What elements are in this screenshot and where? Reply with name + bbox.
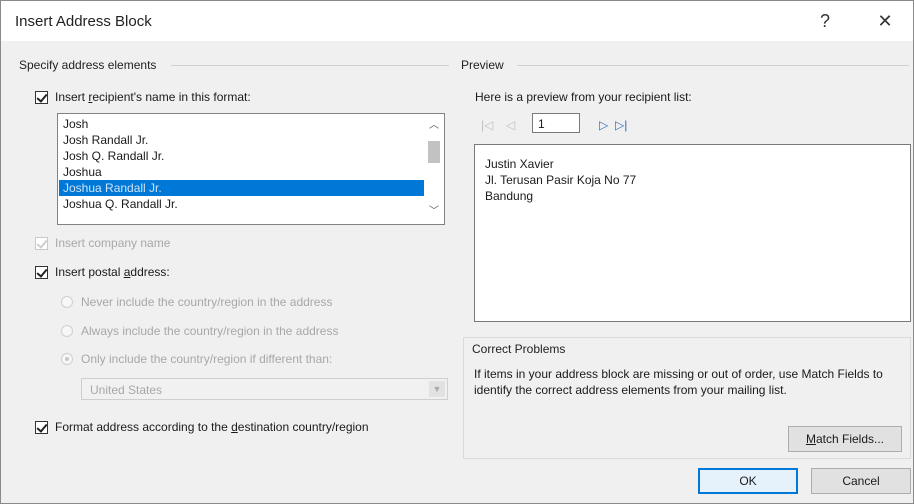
- previous-record-icon: ◁: [506, 118, 516, 132]
- postal-address-label[interactable]: Insert postal address:: [55, 265, 170, 279]
- insert-address-block-dialog: Insert Address Block ? ✕ Specify address…: [0, 0, 914, 504]
- chevron-down-icon[interactable]: ﹀: [424, 204, 444, 220]
- group-divider: [171, 65, 449, 66]
- check-mark-icon: [36, 91, 48, 103]
- group-divider: [517, 65, 909, 66]
- format-by-country-label[interactable]: Format address according to the destinat…: [55, 420, 369, 434]
- country-select: United States ▼: [81, 378, 448, 400]
- format-by-country-checkbox[interactable]: [35, 421, 48, 434]
- title-bar: Insert Address Block ? ✕: [1, 1, 913, 41]
- always-include-country-radio: [61, 325, 73, 337]
- record-number-input[interactable]: 1: [532, 113, 580, 133]
- preview-heading: Preview: [461, 58, 504, 72]
- last-record-icon[interactable]: ▷|: [615, 118, 627, 132]
- name-format-listbox[interactable]: Josh Josh Randall Jr. Josh Q. Randall Jr…: [57, 113, 445, 225]
- first-record-icon: |◁: [481, 118, 494, 132]
- cancel-button[interactable]: Cancel: [811, 468, 911, 494]
- preview-caption: Here is a preview from your recipient li…: [475, 90, 692, 104]
- only-if-different-radio: [61, 353, 73, 365]
- never-include-country-radio: [61, 296, 73, 308]
- ok-button[interactable]: OK: [698, 468, 798, 494]
- list-item[interactable]: Josh Randall Jr.: [59, 132, 427, 148]
- correct-problems-group: Correct Problems If items in your addres…: [463, 337, 911, 459]
- address-preview-box: Justin Xavier Jl. Terusan Pasir Koja No …: [474, 144, 911, 322]
- country-select-value: United States: [90, 383, 163, 397]
- help-button[interactable]: ?: [807, 7, 843, 35]
- next-record-icon[interactable]: ▷: [599, 118, 608, 132]
- list-item[interactable]: Joshua: [59, 164, 427, 180]
- list-item-selected[interactable]: Joshua Randall Jr.: [59, 180, 427, 196]
- preview-line: Bandung: [485, 189, 534, 203]
- list-item[interactable]: Josh: [59, 116, 427, 132]
- check-mark-icon: [36, 421, 48, 433]
- chevron-up-icon[interactable]: ︿: [424, 118, 444, 134]
- correct-problems-text: If items in your address block are missi…: [474, 367, 883, 397]
- dialog-title: Insert Address Block: [15, 13, 152, 30]
- only-if-different-label: Only include the country/region if diffe…: [81, 352, 333, 366]
- list-item[interactable]: Josh Q. Randall Jr.: [59, 148, 427, 164]
- company-name-label: Insert company name: [55, 236, 171, 250]
- check-mark-icon: [36, 266, 48, 278]
- record-number-value: 1: [538, 117, 545, 131]
- company-name-checkbox: [35, 237, 48, 250]
- specify-elements-heading: Specify address elements: [19, 58, 157, 72]
- recipient-name-checkbox[interactable]: [35, 91, 48, 104]
- close-button[interactable]: ✕: [867, 7, 903, 35]
- chevron-down-icon: ▼: [429, 381, 445, 397]
- postal-address-checkbox[interactable]: [35, 266, 48, 279]
- preview-line: Justin Xavier: [485, 157, 554, 171]
- never-include-country-label: Never include the country/region in the …: [81, 295, 333, 309]
- list-item[interactable]: Joshua Q. Randall Jr.: [59, 196, 427, 212]
- check-mark-icon: [36, 237, 48, 249]
- recipient-name-checkbox-label[interactable]: Insert recipient's name in this format:: [55, 90, 251, 104]
- radio-dot: [65, 357, 69, 361]
- correct-problems-heading: Correct Problems: [472, 342, 566, 356]
- match-fields-button[interactable]: Match Fields...: [788, 426, 902, 452]
- listbox-scrollbar[interactable]: ︿ ﹀: [424, 114, 444, 224]
- always-include-country-label: Always include the country/region in the…: [81, 324, 339, 338]
- preview-line: Jl. Terusan Pasir Koja No 77: [485, 173, 637, 187]
- scrollbar-thumb[interactable]: [428, 141, 440, 163]
